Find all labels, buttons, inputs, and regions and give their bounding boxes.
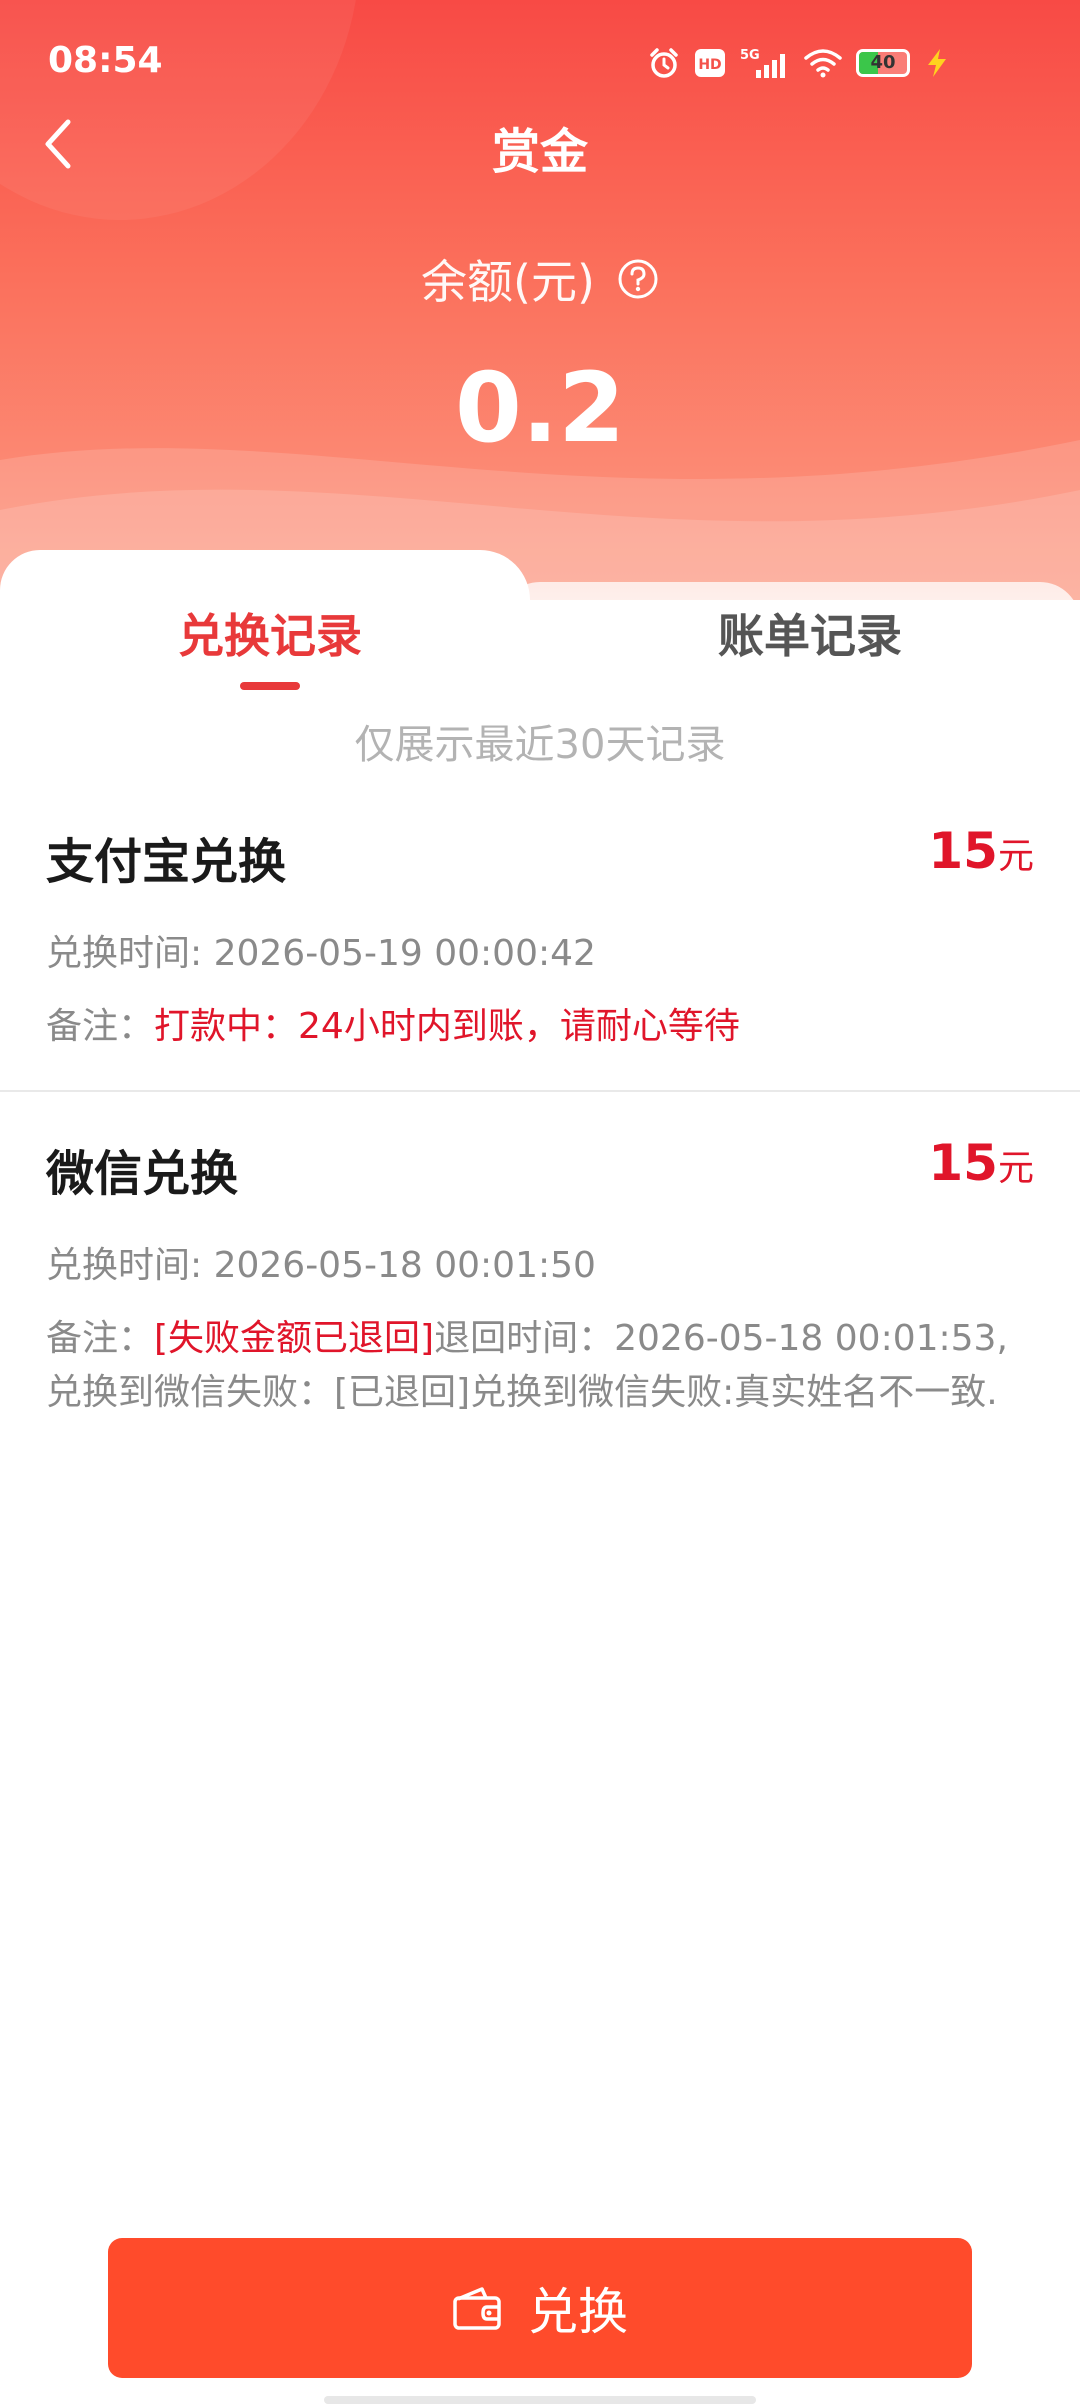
record-note-label: 备注： [46,1318,155,1359]
charging-icon [928,49,946,77]
battery-icon: 40 [856,49,910,77]
exchange-button[interactable]: 兑换 [108,2238,972,2378]
record-amount: 15元 [928,822,1034,880]
tab-active-indicator [240,682,300,690]
record-amount-value: 15 [928,822,998,880]
battery-level-text: 40 [870,52,896,73]
records-notice: 仅展示最近30天记录 [354,722,726,768]
question-circle-icon[interactable] [617,258,659,300]
balance-value: 0.2 [454,352,626,464]
list-item[interactable]: 支付宝兑换 15元 兑换时间: 2026-05-19 00:00:42 备注：打… [0,822,1080,1062]
tab-bill-records[interactable]: 账单记录 [540,600,1080,666]
tab-exchange-records[interactable]: 兑换记录 [0,600,540,666]
record-amount-unit: 元 [997,1148,1034,1189]
tab-bar: 兑换记录 账单记录 [0,550,1080,710]
record-note: 备注：[失败金额已退回]退回时间：2026-05-18 00:01:53,兑换到… [46,1312,1036,1420]
wifi-icon [804,49,842,78]
record-title: 微信兑换 [46,1146,239,1202]
status-icons: HD 5G 40 [648,44,950,82]
record-note: 备注：打款中：24小时内到账，请耐心等待 [46,1000,1036,1054]
svg-text:HD: HD [698,57,721,73]
list-item[interactable]: 微信兑换 15元 兑换时间: 2026-05-18 00:01:50 备注：[失… [0,1134,1080,1434]
record-time: 兑换时间: 2026-05-18 00:01:50 [46,1245,596,1286]
network-label: 5G [740,48,760,63]
record-note-label: 备注： [46,1006,155,1047]
page-title: 赏金 [491,124,588,180]
exchange-button-label: 兑换 [528,2283,628,2341]
record-title: 支付宝兑换 [46,834,287,890]
record-amount-unit: 元 [997,836,1034,877]
record-time: 兑换时间: 2026-05-19 00:00:42 [46,933,596,974]
balance-label: 余额(元) [421,255,595,309]
alarm-icon [650,48,678,78]
signal-5g-icon: 5G [740,48,785,78]
wallet-icon [453,2287,501,2330]
record-amount: 15元 [928,1134,1034,1192]
home-indicator [324,2396,756,2404]
hd-icon: HD [695,49,725,77]
balance-label-row: 余额(元) [0,246,1080,312]
record-amount-value: 15 [928,1134,998,1192]
status-time: 08:54 [48,40,163,81]
divider [0,1090,1080,1092]
status-bar: 08:54 HD 5G 40 [0,0,1080,120]
record-note-status: 打款中：24小时内到账，请耐心等待 [154,1006,740,1047]
record-note-status: [失败金额已退回] [154,1318,435,1359]
